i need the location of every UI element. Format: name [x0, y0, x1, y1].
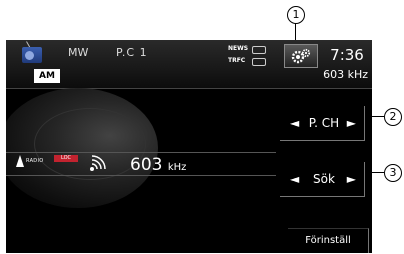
frequency-small: 603 kHz — [323, 68, 368, 81]
radio-label: RADIO — [26, 158, 44, 164]
radio-icon — [22, 47, 42, 63]
pch-label: P. CH — [308, 116, 340, 130]
callout-3: 3 — [384, 164, 402, 182]
band-label: MW — [68, 46, 89, 59]
frequency-unit: kHz — [167, 162, 187, 173]
clock: 7:36 — [330, 46, 364, 64]
news-label: NEWS — [228, 45, 249, 52]
arrow-left-icon: ◄ — [290, 172, 300, 186]
tuner-info-row: RADIO LOC 603 kHz — [6, 152, 276, 176]
radio-antenna-icon — [16, 155, 24, 167]
head-unit-screen: AM MW P.C 1 NEWS TRFC 7:36 603 kHz RADIO… — [6, 40, 372, 253]
preset-channel-button[interactable]: ◄ P. CH ► — [280, 106, 365, 141]
arrow-left-icon: ◄ — [290, 116, 300, 130]
settings-button[interactable] — [284, 44, 318, 68]
arrow-right-icon: ► — [346, 172, 356, 186]
traffic-icon — [252, 58, 266, 66]
frequency-value: 603 — [130, 155, 163, 175]
callout-1: 1 — [287, 6, 305, 24]
sok-label: Sök — [313, 172, 335, 186]
source-icon[interactable]: AM — [14, 41, 60, 85]
signal-icon — [90, 155, 106, 171]
status-bar: AM MW P.C 1 NEWS TRFC 7:36 603 kHz — [6, 40, 372, 89]
frequency-display: 603 kHz — [130, 155, 186, 175]
preset-label: P.C 1 — [116, 46, 148, 59]
news-icon — [252, 46, 266, 54]
preset-button[interactable]: Förinställ — [288, 228, 369, 253]
gear-icon — [291, 48, 311, 64]
news-trfc-indicator: NEWS TRFC — [228, 43, 266, 69]
source-label: AM — [34, 69, 60, 83]
seek-button[interactable]: ◄ Sök ► — [280, 162, 365, 197]
loc-badge: LOC — [54, 155, 78, 162]
trfc-label: TRFC — [228, 57, 246, 64]
callout-2: 2 — [384, 108, 402, 126]
arrow-right-icon: ► — [346, 116, 356, 130]
